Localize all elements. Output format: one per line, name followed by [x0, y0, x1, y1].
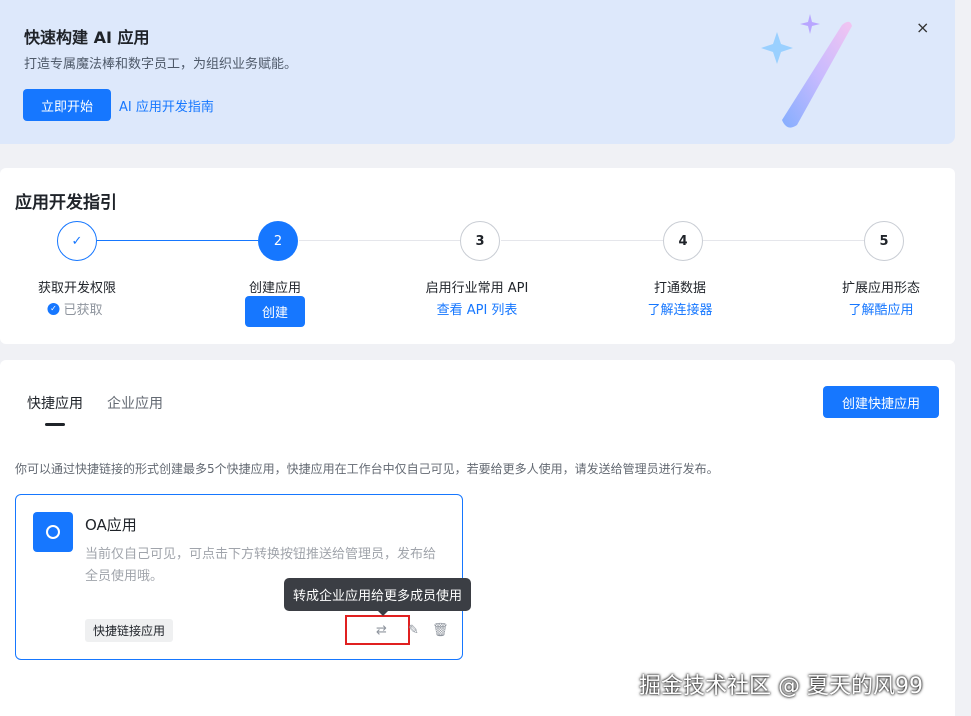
convert-tooltip: 转成企业应用给更多成员使用	[284, 578, 472, 611]
app-type-tag: 快捷链接应用	[85, 619, 174, 642]
start-now-button[interactable]: 立即开始	[23, 89, 111, 121]
dev-guide-card: 应用开发指引 ✓ 获取开发权限 ✓ 已获取 2 创建应用 创建 3 启用行业常用…	[0, 168, 955, 344]
app-icon	[33, 512, 73, 552]
step-connector	[703, 240, 864, 241]
watermark: 掘金技术社区 @ 夏天的风99	[639, 674, 923, 699]
magic-wand-illustration	[761, 14, 852, 128]
close-icon[interactable]: ×	[916, 18, 929, 37]
step-2-number: 2	[258, 221, 298, 261]
banner-subtitle: 打造专属魔法棒和数字员工，为组织业务赋能。	[24, 57, 298, 72]
banner-title: 快速构建 AI 应用	[24, 28, 150, 47]
step-1-status: ✓ 已获取	[47, 299, 103, 318]
learn-cool-app-link[interactable]: 了解酷应用	[848, 299, 913, 318]
check-circle-icon: ✓	[47, 302, 60, 315]
create-quick-app-button[interactable]: 创建快捷应用	[823, 386, 939, 418]
step-connector-done	[97, 240, 258, 241]
edit-icon[interactable]: ✎	[408, 623, 419, 638]
step-1-check-icon: ✓	[57, 221, 97, 261]
tab-quick-apps[interactable]: 快捷应用	[27, 393, 83, 413]
tooltip-arrow	[377, 610, 389, 616]
step-connector	[501, 240, 663, 241]
step-5-number: 5	[864, 221, 904, 261]
convert-icon[interactable]: ⇄	[376, 623, 387, 638]
delete-icon[interactable]: 🗑	[432, 623, 449, 638]
learn-connector-link[interactable]: 了解连接器	[647, 299, 712, 318]
tab-enterprise-apps[interactable]: 企业应用	[107, 393, 163, 413]
step-4-label: 打通数据	[653, 281, 707, 296]
apps-card: 快捷应用 企业应用 创建快捷应用 你可以通过快捷链接的形式创建最多5个快捷应用，…	[0, 360, 955, 716]
tab-active-indicator	[45, 423, 65, 426]
step-connector	[299, 240, 461, 241]
step-3-number: 3	[460, 221, 500, 261]
app-name: OA应用	[85, 516, 137, 534]
step-5-label: 扩展应用形态	[841, 281, 921, 296]
step-1-status-text: 已获取	[63, 303, 103, 318]
view-api-list-link[interactable]: 查看 API 列表	[437, 299, 518, 318]
step-2-label: 创建应用	[248, 281, 302, 296]
step-3-label: 启用行业常用 API	[425, 281, 529, 296]
create-app-button[interactable]: 创建	[245, 296, 305, 327]
ai-banner: 快速构建 AI 应用 打造专属魔法棒和数字员工，为组织业务赋能。 立即开始 AI…	[0, 0, 955, 144]
quick-app-notice: 你可以通过快捷链接的形式创建最多5个快捷应用，快捷应用在工作台中仅自己可见，若要…	[15, 462, 719, 476]
ai-dev-guide-link[interactable]: AI 应用开发指南	[119, 96, 214, 115]
step-4-number: 4	[663, 221, 703, 261]
app-card-oa[interactable]: OA应用 当前仅自己可见，可点击下方转换按钮推送给管理员，发布给全员使用哦。 快…	[15, 494, 463, 660]
step-1-label: 获取开发权限	[37, 281, 117, 296]
guide-title: 应用开发指引	[15, 193, 117, 213]
